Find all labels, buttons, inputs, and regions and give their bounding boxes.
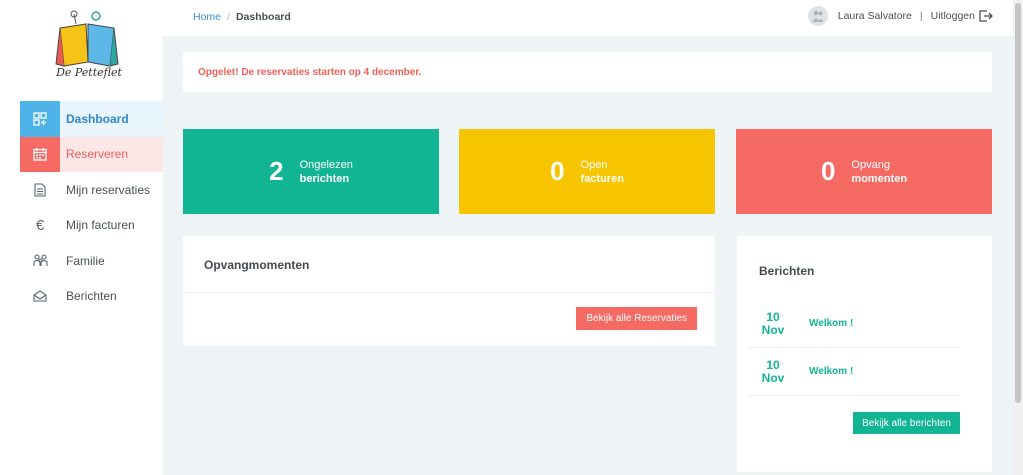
breadcrumb-home-link[interactable]: Home bbox=[193, 11, 221, 23]
message-title[interactable]: Welkom ! bbox=[809, 318, 853, 329]
sidebar-nav: Dashboard Reserveren Mijn reservaties € … bbox=[20, 101, 163, 314]
brand-name: De Petteflet bbox=[56, 66, 122, 79]
stat-open-invoices[interactable]: 0 Open facturen bbox=[459, 129, 715, 214]
breadcrumb-separator: / bbox=[227, 11, 230, 23]
message-date: 10 Nov bbox=[749, 357, 797, 385]
alert-text: Opgelet! De reservaties starten op 4 dec… bbox=[198, 66, 422, 78]
scrollbar-thumb[interactable] bbox=[1015, 3, 1021, 403]
topbar: Home / Dashboard Laura Salvatore | Uitlogg… bbox=[163, 0, 1013, 36]
stat-label: Opvang momenten bbox=[851, 158, 907, 186]
message-day: 10 bbox=[766, 357, 780, 372]
stat-label-line1: Open bbox=[580, 158, 608, 171]
berichten-card: Berichten 10 Nov Welkom ! 10 Nov Welkom ! … bbox=[737, 236, 992, 472]
logout-icon bbox=[979, 10, 993, 22]
header-divider: | bbox=[919, 10, 923, 22]
alert-banner: Opgelet! De reservaties starten op 4 dec… bbox=[183, 52, 992, 92]
sidebar-item-familie[interactable]: Familie bbox=[20, 243, 163, 279]
view-all-messages-button[interactable]: Bekijk alle berichten bbox=[853, 412, 960, 434]
document-icon bbox=[20, 172, 60, 208]
opvangmomenten-card: Opvangmomenten Bekijk alle Reservaties bbox=[183, 236, 715, 346]
page-scrollbar[interactable] bbox=[1013, 0, 1023, 475]
sidebar-item-label: Berichten bbox=[66, 289, 117, 304]
sidebar-item-berichten[interactable]: Berichten bbox=[20, 279, 163, 315]
sidebar: De Petteflet Dashboard Reserveren Mijn r… bbox=[0, 0, 163, 475]
envelope-icon bbox=[20, 279, 60, 315]
stat-value: 0 bbox=[820, 156, 836, 186]
stat-value: 2 bbox=[269, 156, 284, 186]
dashboard-icon bbox=[20, 101, 60, 137]
message-item[interactable]: 10 Nov Welkom ! bbox=[749, 348, 960, 396]
sidebar-item-label: Familie bbox=[66, 253, 105, 268]
message-date: 10 Nov bbox=[749, 309, 797, 337]
view-all-reservations-button[interactable]: Bekijk alle Reservaties bbox=[576, 307, 697, 330]
sidebar-item-label: Mijn facturen bbox=[66, 218, 135, 233]
user-area: Laura Salvatore | Uitloggen bbox=[807, 6, 993, 26]
divider bbox=[183, 292, 715, 293]
stat-label-line2: facturen bbox=[580, 172, 624, 185]
stat-label-line1: Ongelezen bbox=[299, 158, 353, 171]
calendar-icon bbox=[20, 136, 60, 172]
logout-button[interactable]: Uitloggen bbox=[931, 10, 993, 22]
message-month: Nov bbox=[761, 370, 785, 385]
message-title[interactable]: Welkom ! bbox=[809, 366, 853, 377]
sidebar-item-mijn-reservaties[interactable]: Mijn reservaties bbox=[20, 172, 163, 208]
stat-care-moments[interactable]: 0 Opvang momenten bbox=[736, 129, 992, 214]
stat-label-line2: momenten bbox=[851, 172, 908, 185]
sidebar-item-mijn-facturen[interactable]: € Mijn facturen bbox=[20, 208, 163, 244]
card-title: Berichten bbox=[759, 264, 815, 278]
sidebar-item-dashboard[interactable]: Dashboard bbox=[20, 101, 163, 137]
user-name[interactable]: Laura Salvatore bbox=[838, 10, 912, 22]
family-icon bbox=[20, 243, 60, 279]
message-day: 10 bbox=[766, 309, 780, 324]
breadcrumb: Home / Dashboard bbox=[193, 11, 291, 23]
stat-label: Ongelezen berichten bbox=[300, 158, 353, 186]
stat-label-line1: Opvang bbox=[851, 158, 890, 171]
sidebar-item-label: Reserveren bbox=[66, 147, 129, 162]
message-item[interactable]: 10 Nov Welkom ! bbox=[749, 300, 960, 348]
avatar[interactable] bbox=[807, 6, 828, 26]
breadcrumb-current: Dashboard bbox=[235, 11, 291, 23]
sidebar-item-label: Dashboard bbox=[66, 111, 129, 126]
card-title: Opvangmomenten bbox=[204, 258, 310, 272]
book-logo-icon bbox=[55, 10, 119, 67]
euro-icon: € bbox=[35, 216, 45, 234]
stat-label-line2: berichten bbox=[299, 172, 350, 185]
stat-label: Open facturen bbox=[581, 158, 624, 186]
sidebar-item-reserveren[interactable]: Reserveren bbox=[20, 136, 163, 172]
sidebar-item-label: Mijn reservaties bbox=[66, 182, 151, 197]
message-month: Nov bbox=[761, 322, 785, 337]
stat-value: 0 bbox=[550, 156, 565, 186]
stat-unread-messages[interactable]: 2 Ongelezen berichten bbox=[183, 129, 439, 214]
logout-label: Uitloggen bbox=[930, 10, 975, 22]
